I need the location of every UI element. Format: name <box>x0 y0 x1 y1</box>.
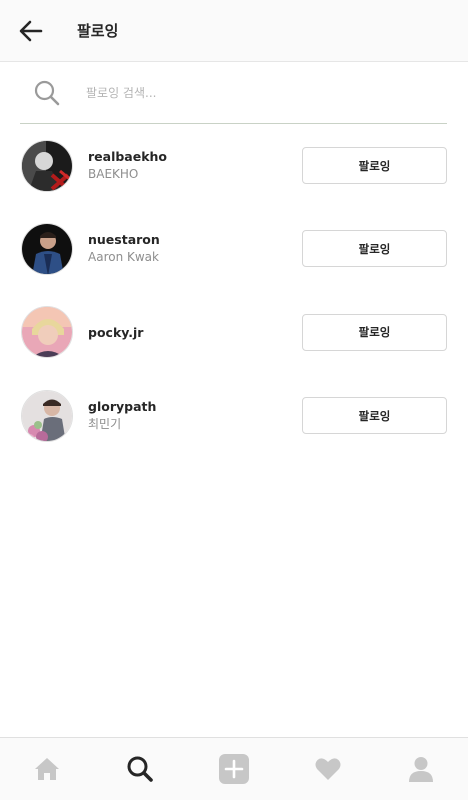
search-input[interactable] <box>86 78 386 108</box>
list-item[interactable]: pocky.jr 팔로잉 <box>0 291 468 374</box>
following-button[interactable]: 팔로잉 <box>302 230 447 268</box>
avatar[interactable] <box>21 222 73 275</box>
avatar[interactable] <box>21 306 73 359</box>
nav-add[interactable] <box>204 738 264 800</box>
username[interactable]: glorypath <box>88 398 156 415</box>
following-button[interactable]: 팔로잉 <box>302 313 447 351</box>
user-info: pocky.jr <box>88 324 143 341</box>
following-list: realbaekho BAEKHO 팔로잉 nuestaron Aaron Kw… <box>0 124 468 457</box>
list-item[interactable]: glorypath 최민기 팔로잉 <box>0 374 468 457</box>
top-bar: 팔로잉 <box>0 0 468 62</box>
avatar[interactable] <box>21 389 73 442</box>
arrow-left-icon <box>19 20 43 41</box>
following-button[interactable]: 팔로잉 <box>302 147 447 185</box>
nav-search[interactable] <box>110 738 170 800</box>
user-info: nuestaron Aaron Kwak <box>88 231 160 266</box>
home-icon <box>34 758 59 780</box>
page-title: 팔로잉 <box>77 22 119 40</box>
username[interactable]: nuestaron <box>88 231 160 248</box>
back-button[interactable] <box>0 0 63 62</box>
search-bar <box>20 63 447 124</box>
full-name: 최민기 <box>88 417 122 432</box>
avatar[interactable] <box>21 139 73 192</box>
search-icon <box>32 78 62 108</box>
search-icon <box>127 756 154 782</box>
list-item[interactable]: realbaekho BAEKHO 팔로잉 <box>0 124 468 207</box>
user-info: realbaekho BAEKHO <box>88 148 167 183</box>
heart-icon <box>315 758 341 780</box>
bottom-nav <box>0 737 468 800</box>
list-item[interactable]: nuestaron Aaron Kwak 팔로잉 <box>0 207 468 290</box>
username[interactable]: realbaekho <box>88 148 167 165</box>
add-icon <box>218 754 249 784</box>
nav-activity[interactable] <box>298 738 358 800</box>
nav-profile[interactable] <box>391 738 451 800</box>
nav-home[interactable] <box>17 738 77 800</box>
profile-icon <box>409 757 434 782</box>
username[interactable]: pocky.jr <box>88 324 143 341</box>
full-name: BAEKHO <box>88 167 139 182</box>
following-button[interactable]: 팔로잉 <box>302 397 447 435</box>
user-info: glorypath 최민기 <box>88 398 156 433</box>
full-name: Aaron Kwak <box>88 250 159 265</box>
